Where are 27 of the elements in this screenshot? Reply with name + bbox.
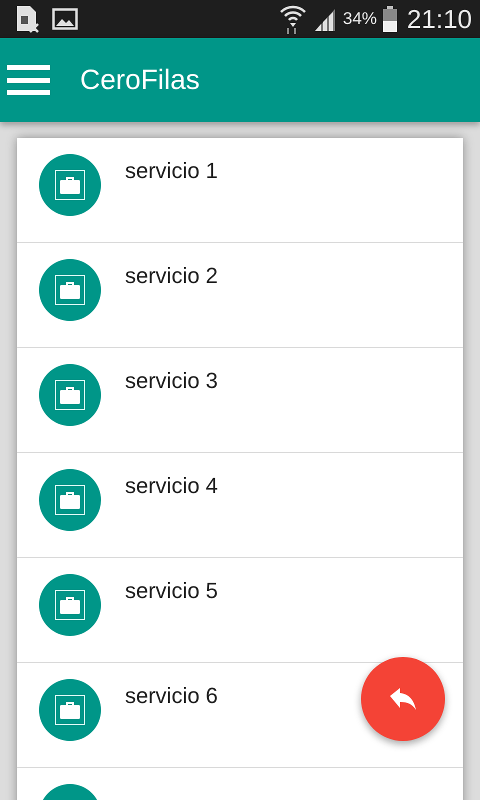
service-list-item[interactable]: servicio 1 (17, 138, 463, 243)
service-name: servicio 2 (125, 263, 218, 290)
clock-time: 21:10 (406, 4, 472, 34)
app-title: CeroFilas (80, 64, 200, 96)
service-name: servicio 6 (125, 683, 218, 710)
briefcase-icon (55, 590, 85, 620)
service-name: servicio 1 (125, 158, 218, 185)
menu-icon[interactable] (7, 65, 51, 95)
service-list-item[interactable]: servicio 3 (17, 348, 463, 453)
service-name: servicio 4 (125, 473, 218, 500)
image-icon (52, 8, 78, 30)
briefcase-icon (55, 485, 85, 515)
service-name: servicio 3 (125, 368, 218, 395)
signal-icon (312, 7, 337, 31)
briefcase-icon (55, 695, 85, 725)
wifi-icon (278, 4, 307, 34)
briefcase-icon (55, 275, 85, 305)
service-list-item[interactable]: servicio 4 (17, 453, 463, 558)
service-name: servicio 5 (125, 578, 218, 605)
briefcase-icon (55, 170, 85, 200)
battery-percent: 34% (342, 9, 377, 29)
reply-icon (390, 688, 416, 710)
battery-icon (382, 6, 397, 32)
service-list-item[interactable]: servicio 2 (17, 243, 463, 348)
sim-card-icon (16, 5, 40, 33)
service-list-item[interactable]: servicio 5 (17, 558, 463, 663)
briefcase-icon (55, 380, 85, 410)
